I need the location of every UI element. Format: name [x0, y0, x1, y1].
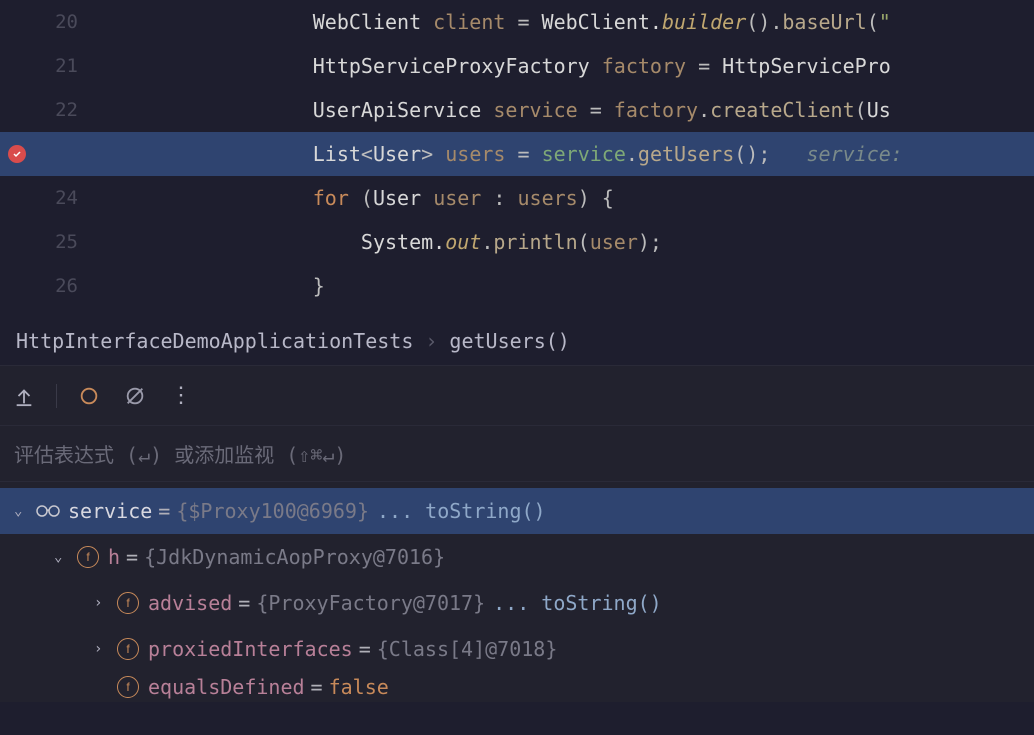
navigate-link[interactable]: ... toString() [493, 591, 662, 615]
field-icon: f [74, 546, 102, 568]
variable-name: advised [148, 591, 232, 615]
variable-row[interactable]: ›f advised = {ProxyFactory@7017} ... toSt… [0, 580, 1034, 626]
equals-sign: = [238, 591, 250, 615]
variable-row[interactable]: ›f proxiedInterfaces = {Class[4]@7018} [0, 626, 1034, 672]
equals-sign: = [359, 637, 371, 661]
chevron-down-icon[interactable]: ⌄ [14, 503, 34, 519]
debug-toolbar: ⋮ [0, 366, 1034, 426]
code-content[interactable]: HttpServiceProxyFactory factory = HttpSe… [96, 54, 1034, 78]
field-icon: f [114, 592, 142, 614]
chevron-down-icon[interactable]: ⌄ [54, 549, 74, 565]
line-number: 21 [40, 55, 96, 77]
line-number: 20 [40, 11, 96, 33]
code-line[interactable]: 26 } [0, 264, 1034, 308]
variable-value: {JdkDynamicAopProxy@7016} [144, 545, 445, 569]
variable-name: service [68, 499, 152, 523]
variable-name: proxiedInterfaces [148, 637, 353, 661]
evaluate-expression-input[interactable]: 评估表达式 (↵) 或添加监视 (⇧⌘↵) [0, 426, 1034, 482]
code-line[interactable]: 25 System.out.println(user); [0, 220, 1034, 264]
breakpoint-icon[interactable] [8, 145, 26, 163]
gutter[interactable] [0, 145, 40, 163]
variable-value: false [329, 675, 389, 699]
step-out-icon[interactable] [10, 382, 38, 410]
variables-tree[interactable]: ⌄ service = {$Proxy100@6969} ... toString… [0, 482, 1034, 702]
chevron-right-icon[interactable]: › [94, 595, 114, 611]
breadcrumb-class[interactable]: HttpInterfaceDemoApplicationTests [16, 329, 413, 353]
variable-value: {Class[4]@7018} [377, 637, 558, 661]
line-number: 22 [40, 99, 96, 121]
variable-row[interactable]: ⌄ service = {$Proxy100@6969} ... toString… [0, 488, 1034, 534]
variable-value: {$Proxy100@6969} [176, 499, 369, 523]
divider [56, 384, 57, 408]
line-number: 26 [40, 275, 96, 297]
code-line[interactable]: 22 UserApiService service = factory.crea… [0, 88, 1034, 132]
variable-row[interactable]: ⌄fh = {JdkDynamicAopProxy@7016} [0, 534, 1034, 580]
line-number: 25 [40, 231, 96, 253]
code-content[interactable]: List<User> users = service.getUsers(); s… [96, 142, 1034, 166]
code-content[interactable]: } [96, 274, 1034, 298]
breadcrumb[interactable]: HttpInterfaceDemoApplicationTests › getU… [0, 316, 1034, 366]
breadcrumb-method[interactable]: getUsers() [449, 329, 569, 353]
equals-sign: = [311, 675, 323, 699]
code-line[interactable]: 21 HttpServiceProxyFactory factory = Htt… [0, 44, 1034, 88]
chevron-right-icon: › [425, 329, 437, 353]
variable-name: h [108, 545, 120, 569]
code-content[interactable]: System.out.println(user); [96, 230, 1034, 254]
equals-sign: = [126, 545, 138, 569]
navigate-link[interactable]: ... toString() [377, 499, 546, 523]
disable-breakpoints-icon[interactable] [121, 382, 149, 410]
line-number: 24 [40, 187, 96, 209]
code-line[interactable]: 20 WebClient client = WebClient.builder(… [0, 0, 1034, 44]
code-content[interactable]: UserApiService service = factory.createC… [96, 98, 1034, 122]
variable-row[interactable]: f equalsDefined = false [0, 672, 1034, 702]
variable-name: equalsDefined [148, 675, 305, 699]
more-icon[interactable]: ⋮ [167, 382, 195, 410]
chevron-right-icon[interactable]: › [94, 641, 114, 657]
code-content[interactable]: WebClient client = WebClient.builder().b… [96, 10, 1034, 34]
glasses-icon [34, 504, 62, 518]
code-editor[interactable]: 20 WebClient client = WebClient.builder(… [0, 0, 1034, 316]
code-line[interactable]: List<User> users = service.getUsers(); s… [0, 132, 1034, 176]
variable-value: {ProxyFactory@7017} [256, 591, 485, 615]
code-content[interactable]: for (User user : users) { [96, 186, 1034, 210]
mute-breakpoints-icon[interactable] [75, 382, 103, 410]
equals-sign: = [158, 499, 170, 523]
field-icon: f [114, 638, 142, 660]
field-icon: f [114, 676, 142, 698]
watch-placeholder: 评估表达式 (↵) 或添加监视 (⇧⌘↵) [14, 439, 346, 468]
code-line[interactable]: 24 for (User user : users) { [0, 176, 1034, 220]
